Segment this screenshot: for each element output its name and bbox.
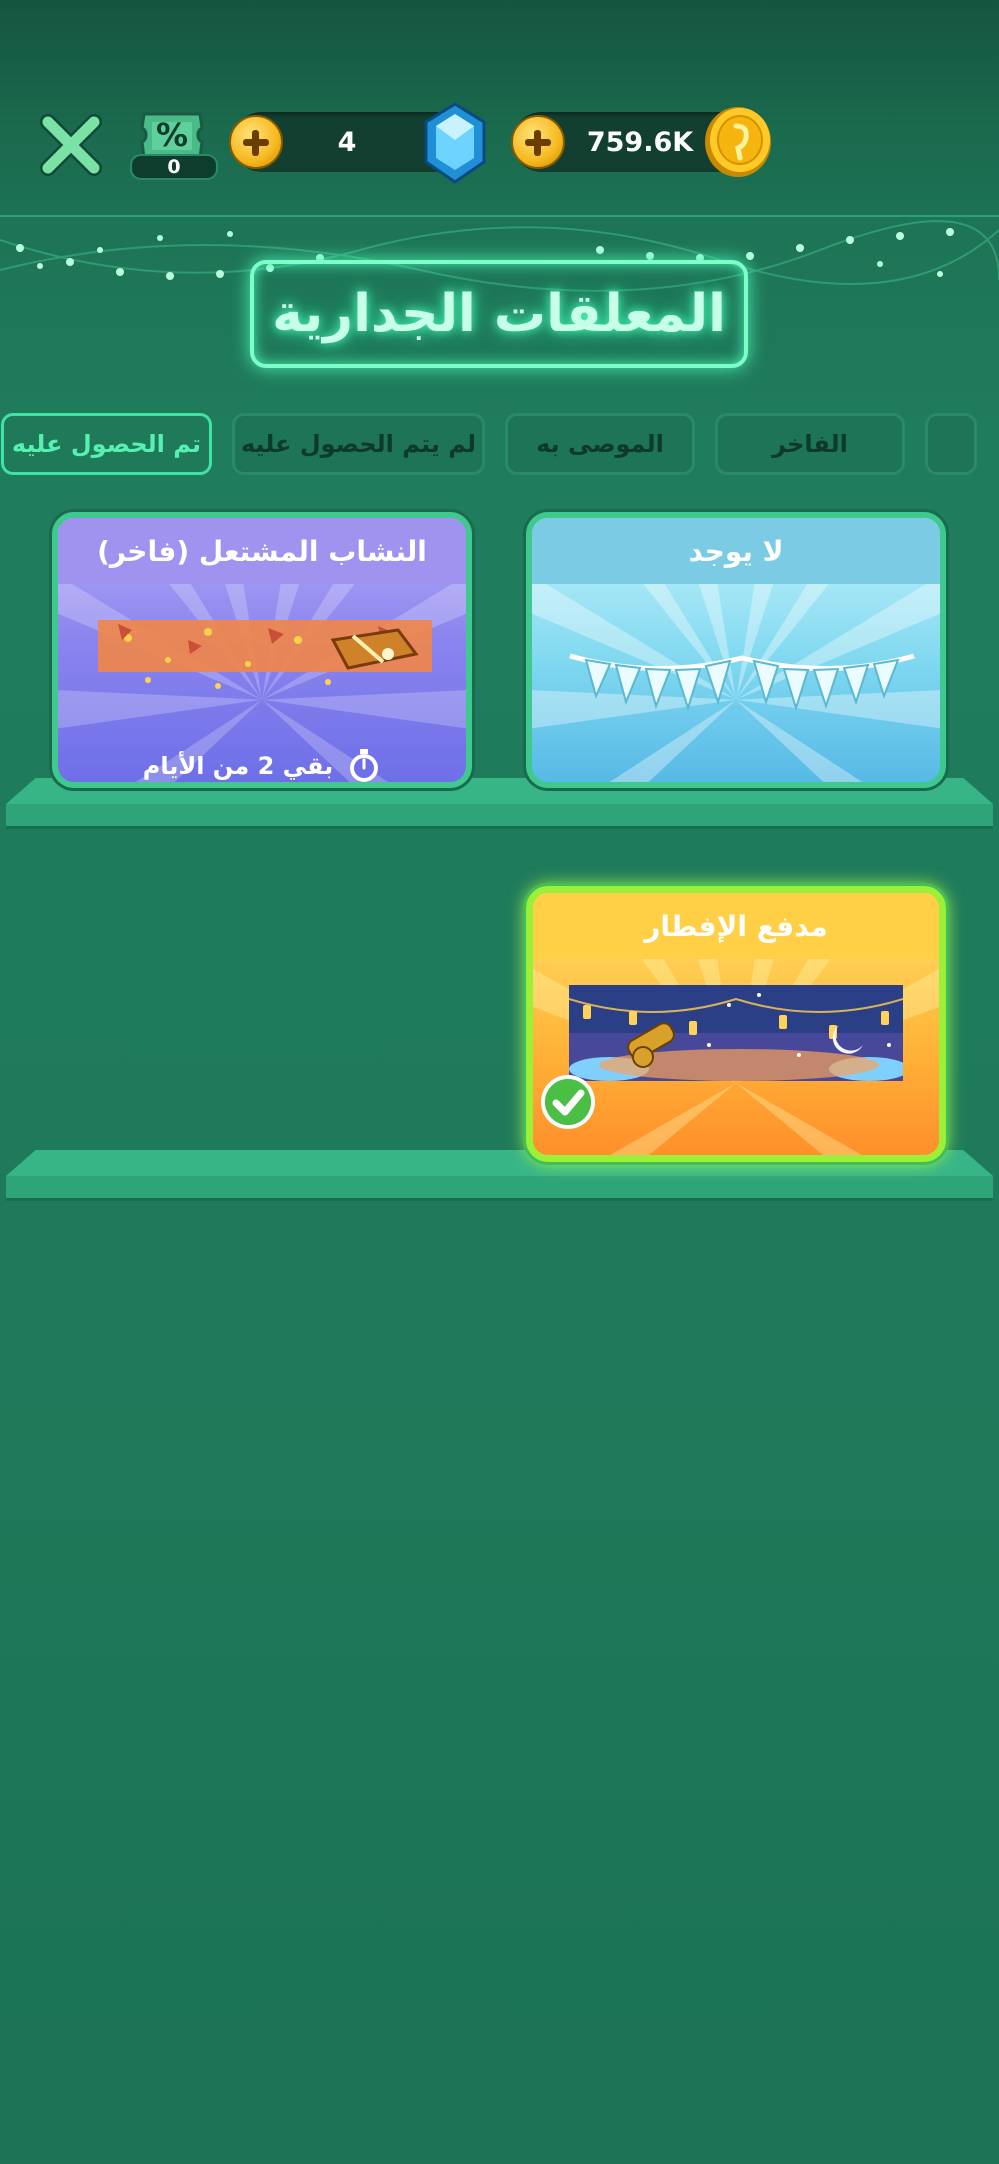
- coin-icon: [705, 107, 771, 177]
- bunting-flags-icon: [569, 653, 915, 712]
- tab-not-obtained[interactable]: لم يتم الحصول عليه: [232, 413, 485, 475]
- card-title: لا يوجد: [532, 518, 940, 584]
- close-icon[interactable]: [38, 112, 104, 178]
- card-title: النشاب المشتعل (فاخر): [58, 518, 466, 584]
- item-card-flaming-crossbow[interactable]: النشاب المشتعل (فاخر) بقي 2 من الأيام: [52, 512, 472, 788]
- check-icon: [541, 1075, 595, 1129]
- top-bar: % 0 4 759.6K: [0, 0, 999, 217]
- coin-value: 759.6K: [586, 126, 694, 158]
- add-coins-button[interactable]: [511, 115, 565, 169]
- tab-luxury[interactable]: الفاخر: [715, 413, 905, 475]
- add-gems-button[interactable]: [229, 115, 283, 169]
- gem-icon: [424, 102, 486, 184]
- tab-recommended[interactable]: الموصى به: [505, 413, 695, 475]
- item-card-none[interactable]: لا يوجد: [526, 512, 946, 788]
- tab-partial[interactable]: [925, 413, 977, 475]
- timer-row: بقي 2 من الأيام: [58, 744, 466, 782]
- ramadan-cannon-icon: [569, 985, 903, 1081]
- ticket-count: 0: [130, 154, 218, 180]
- selected-badge: [540, 1074, 596, 1130]
- timer-text: بقي 2 من الأيام: [142, 752, 334, 780]
- flaming-crossbow-icon: [98, 620, 432, 689]
- stopwatch-icon: [350, 749, 379, 782]
- tab-obtained[interactable]: تم الحصول عليه: [1, 413, 212, 475]
- discount-ticket[interactable]: % 0: [130, 108, 218, 180]
- page-title: المعلقات الجدارية: [272, 284, 726, 344]
- ticket-symbol: %: [155, 116, 189, 154]
- card-title: مدفع الإفطار: [533, 893, 939, 959]
- page-title-sign: المعلقات الجدارية: [250, 260, 748, 368]
